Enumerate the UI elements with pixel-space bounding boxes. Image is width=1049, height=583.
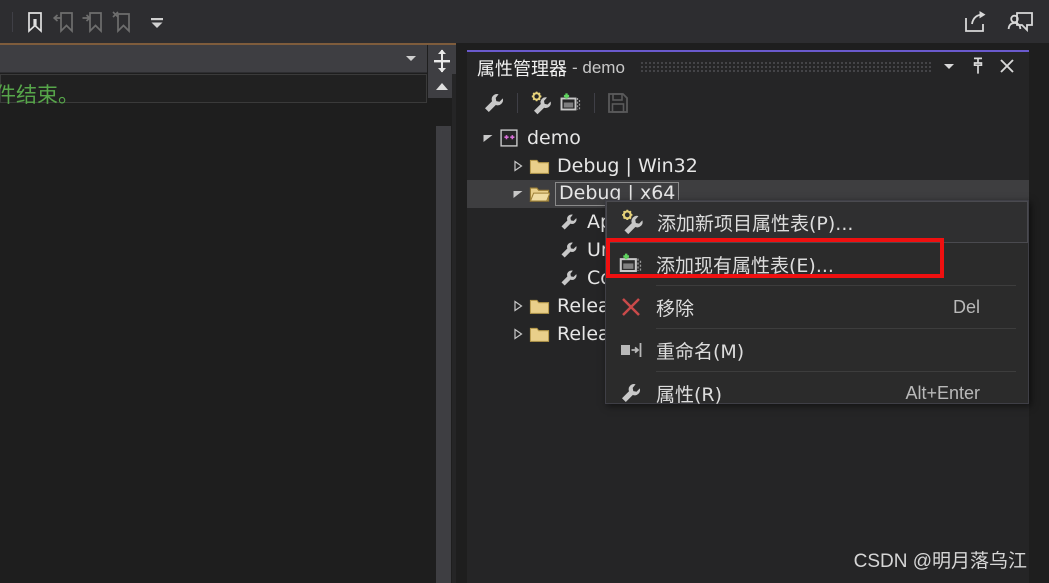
- panel-title: 属性管理器: [477, 59, 567, 80]
- pin-icon[interactable]: [971, 57, 985, 80]
- chevron-down-icon[interactable]: [941, 59, 957, 77]
- toolbar-separator: [594, 93, 595, 113]
- toggle-bookmark-icon[interactable]: [20, 7, 49, 37]
- add-new-property-sheet-icon: [607, 209, 657, 235]
- split-view-button[interactable]: [428, 45, 456, 76]
- toolbar-separator: [12, 11, 13, 32]
- rename-icon: [606, 339, 656, 361]
- panel-title-bar[interactable]: 属性管理器 - demo: [467, 52, 1029, 84]
- code-line-text: 件结束。: [0, 83, 79, 107]
- editor-right-gutter: [452, 74, 456, 583]
- panel-toolbar: [467, 86, 1029, 120]
- panel-title-buttons: [941, 57, 1029, 80]
- twisty-collapsed-icon[interactable]: [509, 328, 527, 340]
- editor-navigation-bar[interactable]: [0, 45, 427, 73]
- next-bookmark-icon[interactable]: [78, 7, 107, 37]
- toolbar-separator: [517, 93, 518, 113]
- toolbar-right-group: [961, 0, 1035, 43]
- menu-item-label: 添加现有属性表(E)...: [656, 254, 834, 277]
- code-editor-pane: 件结束。: [0, 43, 456, 583]
- folder-icon: [527, 325, 551, 344]
- menu-item-shortcut: Alt+Enter: [905, 382, 980, 403]
- wrench-icon: [557, 212, 581, 232]
- menu-item-label: 添加新项目属性表(P)...: [657, 212, 854, 235]
- menu-item-label: 重命名(M): [656, 340, 745, 363]
- tree-item-label: demo: [527, 126, 581, 149]
- twisty-expanded-icon[interactable]: [479, 132, 497, 144]
- twisty-expanded-icon[interactable]: [509, 188, 527, 200]
- wrench-icon: [557, 268, 581, 288]
- twisty-collapsed-icon[interactable]: [509, 300, 527, 312]
- folder-icon: [527, 297, 551, 316]
- menu-item-3[interactable]: 移除 Del: [606, 286, 1028, 328]
- properties-wrench-icon: [606, 381, 656, 405]
- current-line-highlight: 件结束。: [0, 74, 427, 107]
- chevron-down-icon[interactable]: [404, 50, 418, 68]
- menu-item-2[interactable]: 添加现有属性表(E)...: [606, 243, 1028, 285]
- folder-icon: [527, 157, 551, 176]
- menu-item-label: 属性(R): [656, 383, 723, 406]
- previous-bookmark-icon[interactable]: [49, 7, 78, 37]
- tree-item-label: Debug | Win32: [557, 154, 698, 177]
- menu-item-5[interactable]: 属性(R) Alt+Enter: [606, 372, 1028, 414]
- scrollbar-thumb[interactable]: [436, 126, 451, 583]
- properties-wrench-icon[interactable]: [479, 89, 509, 117]
- scrollbar-track[interactable]: [432, 101, 451, 583]
- wrench-icon: [557, 240, 581, 260]
- menu-item-label: 移除: [656, 297, 695, 320]
- context-menu[interactable]: 添加新项目属性表(P)... 添加现有属性表(E)... 移除 Del 重命名(M) 属性…: [605, 200, 1029, 406]
- share-icon[interactable]: [961, 7, 990, 37]
- panel-subtitle: - demo: [572, 58, 625, 77]
- clear-bookmarks-icon[interactable]: [107, 7, 136, 37]
- panel-drag-handle[interactable]: [640, 62, 931, 74]
- menu-item-shortcut: Del: [952, 296, 980, 317]
- add-existing-property-sheet-icon[interactable]: [556, 89, 586, 117]
- menu-item-1[interactable]: 添加新项目属性表(P)...: [606, 201, 1028, 243]
- remove-x-icon: [606, 295, 656, 319]
- feedback-icon[interactable]: [1006, 7, 1035, 37]
- tree-item-demo[interactable]: demo: [467, 124, 1029, 152]
- toolbar-overflow-icon[interactable]: [142, 7, 171, 37]
- app-root: 件结束。 属性管理器 - demo demo Debug | Win32 Deb…: [0, 0, 1049, 583]
- close-icon[interactable]: [999, 58, 1015, 79]
- twisty-collapsed-icon[interactable]: [509, 160, 527, 172]
- add-new-project-property-sheet-icon[interactable]: [526, 89, 556, 117]
- main-toolbar: [0, 0, 1049, 43]
- menu-item-4[interactable]: 重命名(M): [606, 329, 1028, 371]
- cpp-project-icon: [497, 128, 521, 148]
- add-existing-property-sheet-icon: [606, 251, 656, 277]
- save-icon: [603, 89, 633, 117]
- csdn-watermark: CSDN @明月落乌江: [853, 551, 1027, 572]
- window-right-edge: [1029, 43, 1049, 583]
- tree-item-debug-win32[interactable]: Debug | Win32: [467, 152, 1029, 180]
- code-text-area[interactable]: 件结束。: [0, 74, 427, 583]
- folder-open-icon: [527, 185, 551, 204]
